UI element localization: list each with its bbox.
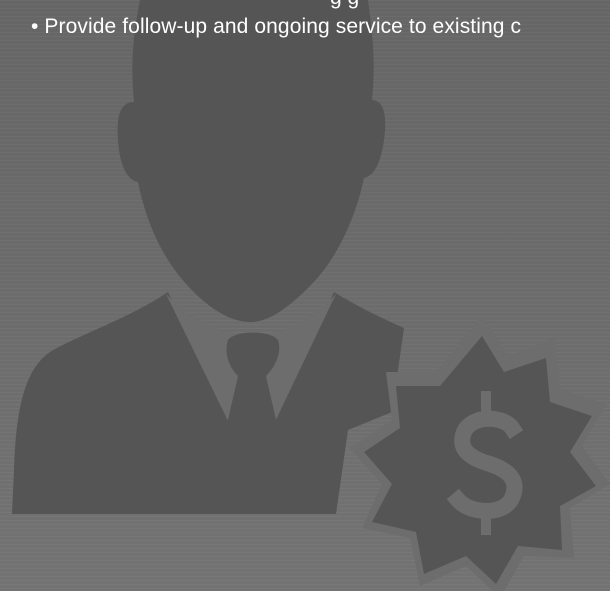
head-silhouette — [117, 0, 386, 322]
promo-graphic: g g • Provide follow-up and ongoing serv… — [0, 0, 610, 591]
businessman-illustration — [12, 0, 610, 591]
bullet-point-text: • Provide follow-up and ongoing service … — [31, 15, 522, 38]
cut-off-text-line: g g — [330, 0, 359, 10]
